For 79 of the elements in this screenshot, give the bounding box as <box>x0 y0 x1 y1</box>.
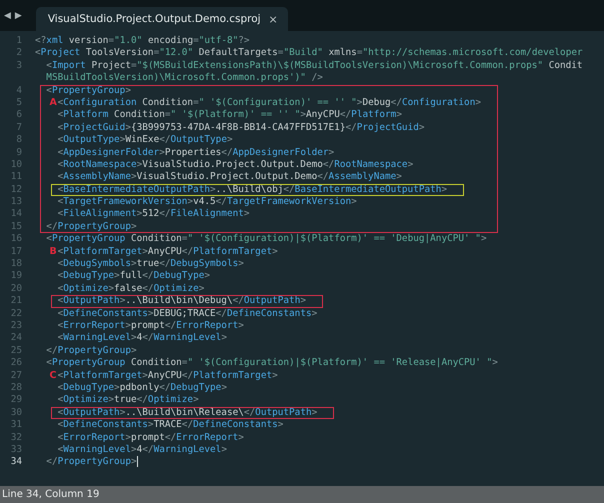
line-number: 23 <box>10 320 22 332</box>
code-line: <OutputPath>..\Build\bin\Release\</OutputPath> <box>58 406 318 420</box>
code-line: <DebugType>full</DebugType> <box>58 270 210 283</box>
line-number: 14 <box>10 208 22 221</box>
code-line: <Optimize>true</Optimize> <box>58 394 199 407</box>
code-line: <OutputPath>..\Build\bin\Debug\</OutputPath> <box>58 295 306 308</box>
code-line: <Configuration Condition=" '$(Configuration)' == '' ">Debug</Configuration> <box>58 96 481 110</box>
text-cursor <box>136 456 138 468</box>
line-number: 10 <box>10 158 22 172</box>
code-line: <PropertyGroup> <box>46 84 131 97</box>
line-number: 9 <box>15 146 22 159</box>
line-number: 7 <box>15 122 22 134</box>
code-line: <?xml version="1.0" encoding="utf-8"?> <box>35 35 250 48</box>
forward-button[interactable]: ▶ <box>12 11 24 21</box>
code-line: <FileAlignment>512</FileAlignment> <box>58 208 250 221</box>
line-number: 18 <box>10 258 22 270</box>
code-line: <AppDesignerFolder>Properties</AppDesignerFolder> <box>58 146 334 159</box>
line-number: 16 <box>10 233 22 246</box>
back-button[interactable]: ◀ <box>2 11 13 21</box>
annotation-letter: C <box>49 370 56 382</box>
line-number: 8 <box>15 134 22 147</box>
code-line: <AssemblyName>VisualStudio.Project.Output.Demo</AssemblyName> <box>58 171 402 184</box>
line-number: 19 <box>10 270 22 283</box>
file-tab[interactable]: VisualStudio.Project.Output.Demo.csproj × <box>36 7 288 31</box>
cursor-position: Line 34, Column 19 <box>2 489 100 500</box>
close-icon[interactable]: × <box>268 12 278 26</box>
code-line: <Platform Condition=" '$(Platform)' == '' ">AnyCPU</Platform> <box>58 109 402 122</box>
line-number: 31 <box>10 419 22 432</box>
line-number: 17 <box>10 246 22 258</box>
line-number: 26 <box>10 357 22 370</box>
code-line: <DefineConstants>TRACE</DefineConstants> <box>58 419 284 432</box>
code-line: <ErrorReport>prompt</ErrorReport> <box>58 320 244 332</box>
line-number: 32 <box>10 432 22 444</box>
line-number: 15 <box>10 220 22 234</box>
line-number: 1 <box>15 35 22 48</box>
line-number: 28 <box>10 382 22 394</box>
line-number: 29 <box>10 394 22 407</box>
code-line: <DebugType>pdbonly</DebugType> <box>58 382 227 394</box>
line-number: 30 <box>10 406 22 420</box>
line-number: 2 <box>15 47 22 60</box>
code-line: <PropertyGroup Condition=" '$(Configuration)|$(Platform)' == 'Release|AnyCPU' "> <box>46 357 498 370</box>
code-line: <DebugSymbols>true</DebugSymbols> <box>58 258 244 270</box>
code-line: <OutputType>WinExe</OutputType> <box>58 134 233 147</box>
code-line: <DefineConstants>DEBUG;TRACE</DefineConstants> <box>58 308 318 320</box>
code-line: <TargetFrameworkVersion>v4.5</TargetFrameworkVersion> <box>58 196 357 208</box>
code-line: </PropertyGroup> <box>46 220 137 234</box>
line-number: 33 <box>10 444 22 456</box>
code-line: </PropertyGroup> <box>46 344 137 358</box>
line-number: 25 <box>10 344 22 358</box>
code-line: <WarningLevel>4</WarningLevel> <box>58 444 227 456</box>
line-number: 13 <box>10 196 22 208</box>
line-number: 34 <box>10 456 22 469</box>
line-number: 11 <box>10 171 22 184</box>
line-number: 5 <box>15 96 22 110</box>
line-number: 20 <box>10 282 22 296</box>
code-line: <WarningLevel>4</WarningLevel> <box>58 332 227 345</box>
code-line: <Project ToolsVersion="12.0" DefaultTargets="Build" xmlns="http://schemas.microsoft.com/developer <box>35 47 583 60</box>
line-number: 21 <box>10 295 22 308</box>
tab-title: VisualStudio.Project.Output.Demo.csproj <box>48 13 261 25</box>
code-line: <RootNamespace>VisualStudio.Project.Output.Demo</RootNamespace> <box>58 158 414 172</box>
line-number: 4 <box>15 84 22 97</box>
code-line: <PlatformTarget>AnyCPU</PlatformTarget> <box>58 246 278 258</box>
code-line: <ProjectGuid>{3B999753-47DA-4F8B-BB14-CA47FFD517E1}</ProjectGuid> <box>58 122 425 134</box>
code-line: <Optimize>false</Optimize> <box>58 282 204 296</box>
code-line: <PropertyGroup Condition=" '$(Configuration)|$(Platform)' == 'Debug|AnyCPU' "> <box>46 233 487 246</box>
code-line: </PropertyGroup> <box>46 456 138 469</box>
annotation-letter: B <box>49 246 57 258</box>
line-number: 12 <box>10 184 22 196</box>
line-number: 6 <box>15 109 22 122</box>
code-line: <BaseIntermediateOutputPath>..\Build\obj</BaseIntermediateOutputPath> <box>58 184 448 196</box>
code-line: <PlatformTarget>AnyCPU</PlatformTarget> <box>58 370 278 382</box>
line-number: 3 <box>15 60 22 72</box>
line-number: 27 <box>10 370 22 382</box>
line-number: 22 <box>10 308 22 320</box>
line-number: 24 <box>10 332 22 345</box>
code-line: MSBuildToolsVersion)\Microsoft.Common.props')" /> <box>46 72 323 85</box>
annotation-letter: A <box>49 96 57 110</box>
code-line: <ErrorReport>prompt</ErrorReport> <box>58 432 244 444</box>
code-line: <Import Project="$(MSBuildExtensionsPath)\$(MSBuildToolsVersion)\Microsoft.Common.props" Condit <box>46 60 583 72</box>
